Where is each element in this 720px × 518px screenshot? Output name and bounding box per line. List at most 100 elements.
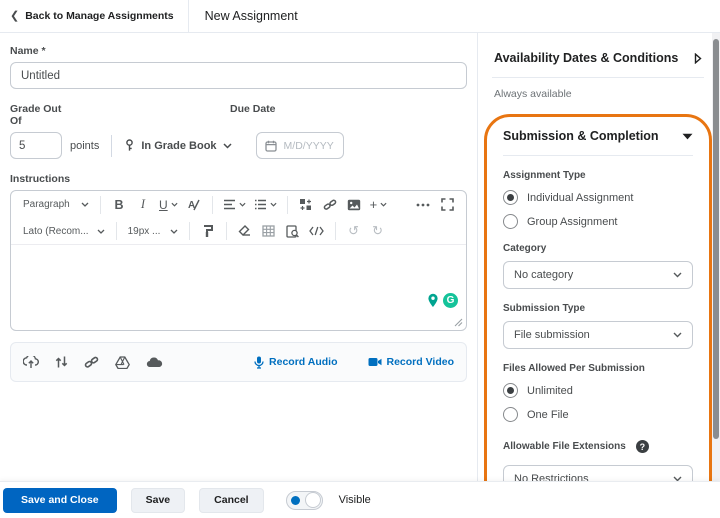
- due-date-input[interactable]: M/D/YYYY: [256, 132, 344, 159]
- submission-highlight-oval: Submission & Completion Assignment Type …: [484, 114, 712, 512]
- location-pin-icon[interactable]: [427, 293, 439, 308]
- grade-input[interactable]: [10, 132, 62, 159]
- more-actions-button[interactable]: [412, 194, 434, 216]
- attach-activity-button[interactable]: [55, 355, 68, 369]
- grammarly-icon[interactable]: G: [443, 293, 458, 308]
- visible-toggle[interactable]: [286, 491, 323, 510]
- availability-accordion-header[interactable]: Availability Dates & Conditions: [492, 43, 704, 65]
- help-icon[interactable]: ?: [636, 440, 649, 453]
- in-grade-book-label: In Grade Book: [141, 140, 216, 152]
- onedrive-button[interactable]: [146, 357, 163, 368]
- editor-toolbar-row2: Lato (Recom... 19px ...: [11, 218, 466, 245]
- assignment-type-label: Assignment Type: [503, 170, 693, 181]
- radio-icon: [503, 214, 518, 229]
- chevron-left-icon: ❮: [10, 11, 19, 22]
- font-color-icon: A: [187, 198, 200, 211]
- fullscreen-button[interactable]: [436, 194, 458, 216]
- submission-accordion-header[interactable]: Submission & Completion: [503, 125, 693, 143]
- format-painter-button[interactable]: [197, 220, 219, 242]
- radio-unlimited[interactable]: Unlimited: [503, 383, 693, 398]
- back-to-manage-assignments-link[interactable]: ❮ Back to Manage Assignments: [0, 0, 188, 32]
- chevron-down-icon: [97, 229, 105, 234]
- ellipsis-icon: [416, 203, 430, 207]
- onedrive-icon: [146, 357, 163, 368]
- chevron-down-icon: [223, 143, 232, 149]
- eye-icon: [291, 496, 300, 505]
- availability-title: Availability Dates & Conditions: [494, 51, 678, 65]
- preview-button[interactable]: [282, 220, 304, 242]
- chevron-down-icon: [673, 332, 682, 338]
- weblink-button[interactable]: [84, 355, 99, 370]
- ordered-list-button[interactable]: [251, 194, 280, 216]
- chevron-down-icon: [170, 229, 178, 234]
- chevron-down-icon: [673, 272, 682, 278]
- instructions-editor: Paragraph B I U A: [10, 190, 467, 331]
- key-icon: [124, 139, 135, 152]
- footer-bar: Save and Close Save Cancel Visible: [0, 481, 720, 518]
- chevron-down-filled-icon: [682, 133, 693, 140]
- unordered-list-button[interactable]: [220, 194, 249, 216]
- undo-button[interactable]: ↺: [343, 220, 365, 242]
- redo-button[interactable]: ↻: [367, 220, 389, 242]
- file-extensions-label: Allowable File Extensions: [503, 441, 626, 452]
- record-video-button[interactable]: Record Video: [368, 356, 455, 368]
- scrollbar-thumb[interactable]: [713, 39, 719, 439]
- chevron-down-icon: [270, 202, 277, 207]
- cancel-button[interactable]: Cancel: [199, 488, 263, 513]
- eraser-icon: [238, 225, 252, 237]
- assignment-form: Name * Grade Out Of Due Date points: [0, 33, 478, 481]
- source-code-button[interactable]: [306, 220, 328, 242]
- scrollbar-track[interactable]: [712, 33, 720, 481]
- record-audio-button[interactable]: Record Audio: [254, 356, 337, 369]
- preview-icon: [286, 225, 299, 238]
- sidebar-divider: [503, 155, 693, 156]
- radio-icon: [503, 407, 518, 422]
- radio-individual-assignment[interactable]: Individual Assignment: [503, 190, 693, 205]
- font-family-dropdown[interactable]: Lato (Recom...: [19, 226, 109, 237]
- insert-stuff-button[interactable]: [295, 194, 317, 216]
- microphone-icon: [254, 356, 264, 369]
- due-date-placeholder: M/D/YYYY: [284, 140, 334, 152]
- name-input[interactable]: [10, 62, 467, 89]
- upload-file-icon: [23, 356, 39, 369]
- font-color-button[interactable]: A: [183, 194, 205, 216]
- page-title: New Assignment: [189, 9, 298, 23]
- save-and-close-button[interactable]: Save and Close: [3, 488, 117, 513]
- toggle-knob: [305, 492, 321, 508]
- name-label: Name *: [10, 45, 467, 57]
- chevron-down-icon: [81, 202, 89, 207]
- italic-button[interactable]: I: [132, 194, 154, 216]
- fullscreen-icon: [441, 198, 454, 211]
- visible-label: Visible: [339, 494, 371, 506]
- insert-image-button[interactable]: [343, 194, 365, 216]
- insert-plus-button[interactable]: +: [367, 194, 391, 216]
- underline-button[interactable]: U: [156, 194, 181, 216]
- save-button[interactable]: Save: [131, 488, 186, 513]
- instructions-content-area[interactable]: [11, 245, 466, 323]
- resize-handle[interactable]: [454, 318, 463, 327]
- image-icon: [347, 199, 361, 211]
- due-date-label: Due Date: [230, 103, 276, 127]
- category-select[interactable]: No category: [503, 261, 693, 289]
- table-button[interactable]: [258, 220, 280, 242]
- main-area: Name * Grade Out Of Due Date points: [0, 33, 720, 481]
- eraser-button[interactable]: [234, 220, 256, 242]
- format-painter-icon: [202, 225, 214, 238]
- insert-stuff-icon: [299, 198, 312, 211]
- radio-group-assignment[interactable]: Group Assignment: [503, 214, 693, 229]
- insert-quicklink-button[interactable]: [319, 194, 341, 216]
- font-size-dropdown[interactable]: 19px ...: [124, 226, 182, 237]
- radio-one-file[interactable]: One File: [503, 407, 693, 422]
- calendar-icon: [265, 140, 277, 152]
- submission-type-select[interactable]: File submission: [503, 321, 693, 349]
- google-drive-button[interactable]: [115, 356, 130, 369]
- editor-toolbar-row1: Paragraph B I U A: [11, 191, 466, 218]
- required-asterisk: *: [42, 45, 46, 57]
- bold-button[interactable]: B: [108, 194, 130, 216]
- in-grade-book-dropdown[interactable]: In Grade Book: [124, 139, 231, 152]
- radio-icon: [503, 190, 518, 205]
- paragraph-dropdown[interactable]: Paragraph: [19, 199, 93, 210]
- align-list-icon: [223, 199, 236, 210]
- upload-file-button[interactable]: [23, 356, 39, 369]
- link-icon: [323, 198, 337, 212]
